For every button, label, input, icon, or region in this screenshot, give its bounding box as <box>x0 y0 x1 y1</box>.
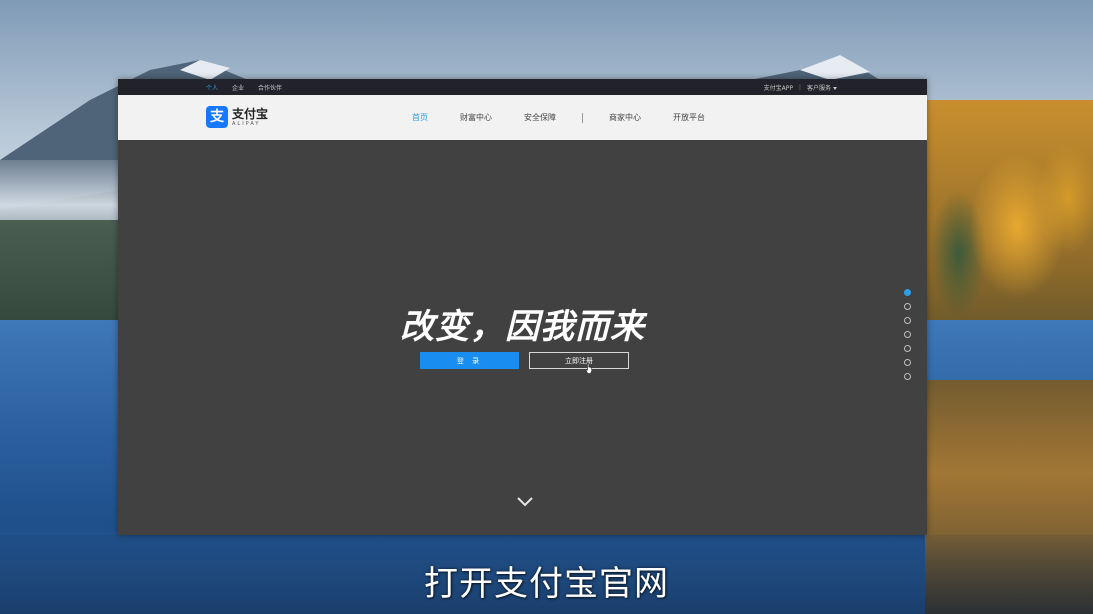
slide-dot[interactable] <box>904 303 911 310</box>
nav-item-wealth[interactable]: 财富中心 <box>460 112 492 123</box>
register-button[interactable]: 立即注册 <box>529 352 629 369</box>
audience-links: 个人 企业 合作伙伴 <box>206 79 282 95</box>
logo-text: 支付宝 ALIPAY <box>232 108 268 127</box>
alipay-logo-icon: 支 <box>206 106 228 128</box>
link-partners[interactable]: 合作伙伴 <box>258 83 282 92</box>
nav-menu: 首页 财富中心 安全保障 商家中心 开放平台 <box>412 95 705 140</box>
nav-divider <box>582 112 583 123</box>
top-utility-bar: 个人 企业 合作伙伴 支付宝APP | 客户服务 <box>118 79 927 95</box>
video-subtitle: 打开支付宝官网 <box>424 564 669 604</box>
nav-item-security[interactable]: 安全保障 <box>524 112 556 123</box>
login-button[interactable]: 登 录 <box>420 352 519 369</box>
link-customer-service[interactable]: 客户服务 <box>807 83 837 92</box>
alipay-logo[interactable]: 支 支付宝 ALIPAY <box>206 106 268 128</box>
slide-dot[interactable] <box>904 317 911 324</box>
hero-slogan: 改变，因我而来 <box>400 307 645 347</box>
chevron-down-icon[interactable] <box>516 496 534 508</box>
slide-dot[interactable] <box>904 345 911 352</box>
main-navbar: 支 支付宝 ALIPAY 首页 财富中心 安全保障 商家中心 开放平台 <box>118 95 927 140</box>
link-personal[interactable]: 个人 <box>206 83 218 92</box>
slide-dot[interactable] <box>904 331 911 338</box>
slide-dot[interactable] <box>904 359 911 366</box>
utility-links: 支付宝APP | 客户服务 <box>764 79 837 95</box>
caret-down-icon <box>833 86 837 90</box>
link-enterprise[interactable]: 企业 <box>232 83 244 92</box>
logo-name-cn: 支付宝 <box>232 106 269 121</box>
pine-forest-left <box>0 220 125 330</box>
slide-dot[interactable] <box>904 289 911 296</box>
link-alipay-app[interactable]: 支付宝APP <box>764 83 793 92</box>
separator: | <box>798 83 801 91</box>
mouse-cursor-icon <box>585 363 593 374</box>
browser-window: 个人 企业 合作伙伴 支付宝APP | 客户服务 支 支付宝 ALIPAY 首页… <box>118 79 927 535</box>
nav-item-home[interactable]: 首页 <box>412 112 428 123</box>
nav-item-merchant[interactable]: 商家中心 <box>609 112 641 123</box>
customer-service-label: 客户服务 <box>806 84 831 92</box>
nav-item-open-platform[interactable]: 开放平台 <box>673 112 705 123</box>
slide-pagination <box>904 289 912 380</box>
logo-name-en: ALIPAY <box>232 120 261 127</box>
slide-dot[interactable] <box>904 373 911 380</box>
